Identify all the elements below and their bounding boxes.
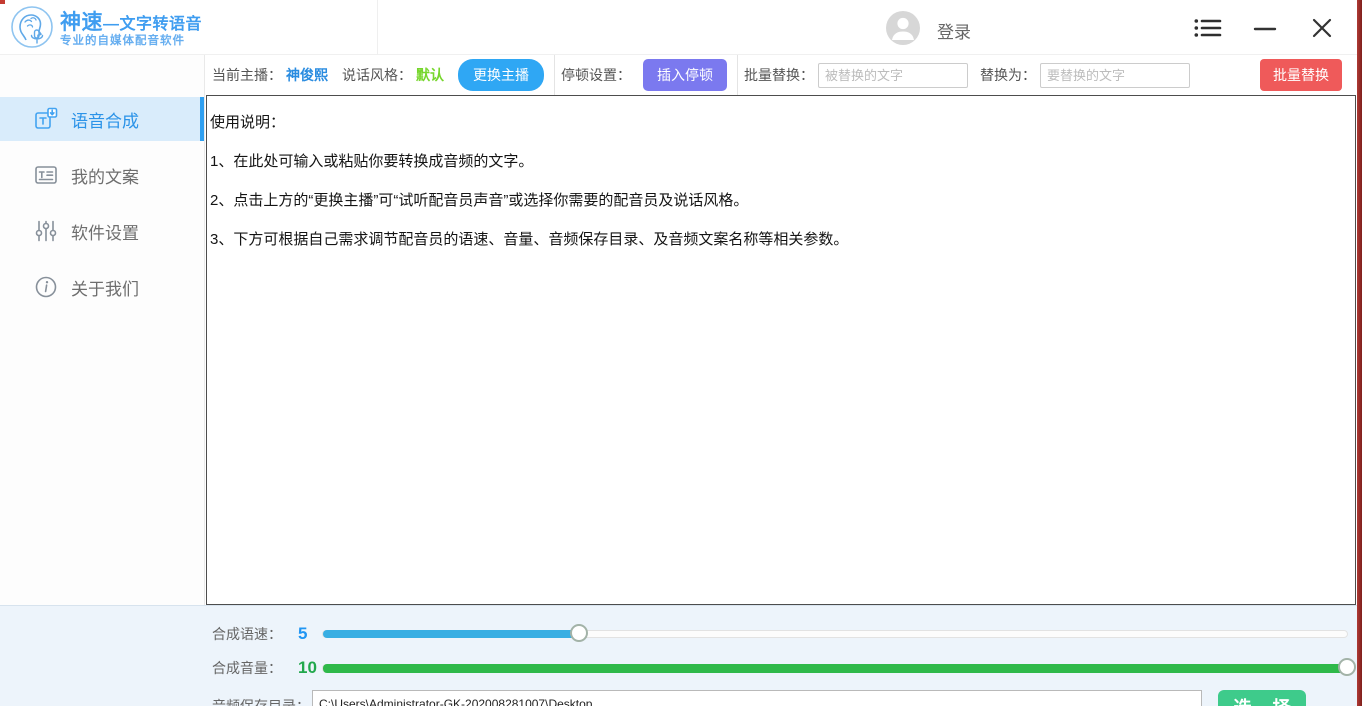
logo-text: 神速—文字转语音 专业的自媒体配音软件 xyxy=(60,11,202,48)
sidebar-item-my-scripts[interactable]: 我的文案 xyxy=(0,153,204,197)
logo-brain-mic-icon xyxy=(10,5,54,54)
app-logo: 神速—文字转语音 专业的自媒体配音软件 xyxy=(10,5,202,54)
close-icon[interactable] xyxy=(1307,13,1337,43)
software-settings-icon xyxy=(34,219,58,243)
volume-value: 10 xyxy=(298,658,317,677)
speed-label: 合成语速： xyxy=(212,626,282,642)
speed-slider-fill xyxy=(323,630,579,638)
choose-dir-button[interactable]: 选 择 xyxy=(1218,690,1306,706)
replace-to-label: 替换为： xyxy=(980,67,1036,83)
current-anchor-value: 神俊熙 xyxy=(286,67,328,83)
replace-from-input[interactable] xyxy=(818,62,968,88)
sidebar-item-label: 关于我们 xyxy=(71,279,139,299)
about-us-icon xyxy=(34,275,58,299)
sidebar: 语音合成 我的文案 软件设置 关于我们 xyxy=(0,55,205,605)
sidebar-item-about-us[interactable]: 关于我们 xyxy=(0,265,204,309)
pause-group: 停顿设置： 插入停顿 xyxy=(554,55,737,95)
login-area[interactable]: 登录 xyxy=(885,10,971,51)
sidebar-item-label: 语音合成 xyxy=(71,111,139,131)
toolbar: 当前主播： 神俊熙 说话风格： 默认 更换主播 停顿设置： 插入停顿 批量替换：… xyxy=(206,55,1356,95)
speed-slider-handle[interactable] xyxy=(570,624,588,642)
volume-slider-handle[interactable] xyxy=(1338,657,1356,676)
change-anchor-button[interactable]: 更换主播 xyxy=(458,59,544,91)
save-dir-label: 音频保存目录： xyxy=(212,698,310,706)
insert-pause-button[interactable]: 插入停顿 xyxy=(643,59,727,91)
avatar-person-icon[interactable] xyxy=(885,10,921,51)
sidebar-item-voice-synthesis[interactable]: 语音合成 xyxy=(0,97,204,141)
app-window: 神速—文字转语音 专业的自媒体配音软件 登录 语音合成 我的文案 软件设置 关于… xyxy=(0,0,1362,706)
save-dir-row: 音频保存目录： 选 择 xyxy=(212,690,1362,706)
voice-synthesis-icon xyxy=(34,107,58,131)
pause-settings-label: 停顿设置： xyxy=(561,67,631,83)
menu-list-icon[interactable] xyxy=(1193,13,1223,43)
speaking-style-label: 说话风格： xyxy=(342,67,412,83)
save-dir-input[interactable] xyxy=(312,690,1202,706)
header-divider xyxy=(377,0,378,55)
speed-row: 合成语速： 5 xyxy=(212,620,1362,648)
editor-line: 2、点击上方的“更换主播”可“试听配音员声音”或选择你需要的配音员及说话风格。 xyxy=(210,192,749,209)
anchor-group: 当前主播： 神俊熙 说话风格： 默认 更换主播 xyxy=(206,55,554,95)
sidebar-item-software-settings[interactable]: 软件设置 xyxy=(0,209,204,253)
volume-slider[interactable] xyxy=(322,657,1356,676)
volume-label: 合成音量： xyxy=(212,660,282,676)
my-scripts-icon xyxy=(34,163,58,187)
screenshot-artifact-corner xyxy=(0,0,5,4)
replace-to-input[interactable] xyxy=(1040,62,1190,88)
sidebar-item-label: 软件设置 xyxy=(71,223,139,243)
batch-replace-button[interactable]: 批量替换 xyxy=(1260,59,1342,91)
speed-value: 5 xyxy=(298,624,308,643)
speaking-style-value: 默认 xyxy=(416,67,444,83)
batch-replace-group: 批量替换： 替换为： 批量替换 xyxy=(737,55,1356,95)
brand-title: 神速—文字转语音 xyxy=(60,10,203,34)
batch-replace-label: 批量替换： xyxy=(744,67,814,83)
text-input-area[interactable]: 使用说明： 1、在此处可输入或粘贴你要转换成音频的文字。 2、点击上方的“更换主… xyxy=(206,95,1356,605)
window-controls xyxy=(1193,0,1337,55)
editor-line: 3、下方可根据自己需求调节配音员的语速、音量、音频保存目录、及音频文案名称等相关… xyxy=(210,231,849,248)
settings-panel: 合成语速： 5 合成音量： 10 音频保存目录： 选 择 xyxy=(0,605,1362,706)
current-anchor-label: 当前主播： xyxy=(212,67,282,83)
minimize-icon[interactable] xyxy=(1250,13,1280,43)
editor-line: 1、在此处可输入或粘贴你要转换成音频的文字。 xyxy=(210,153,534,170)
volume-slider-fill xyxy=(323,663,1347,673)
speed-slider[interactable] xyxy=(322,624,1348,642)
title-bar: 神速—文字转语音 专业的自媒体配音软件 登录 xyxy=(0,0,1362,55)
screenshot-artifact-right-edge xyxy=(1357,0,1362,706)
main-panel: 当前主播： 神俊熙 说话风格： 默认 更换主播 停顿设置： 插入停顿 批量替换：… xyxy=(206,55,1356,605)
editor-line: 使用说明： xyxy=(210,114,286,131)
login-button[interactable]: 登录 xyxy=(937,18,971,43)
volume-row: 合成音量： 10 xyxy=(212,654,1362,682)
sidebar-item-label: 我的文案 xyxy=(71,167,139,187)
brand-tagline: 专业的自媒体配音软件 xyxy=(60,34,185,47)
